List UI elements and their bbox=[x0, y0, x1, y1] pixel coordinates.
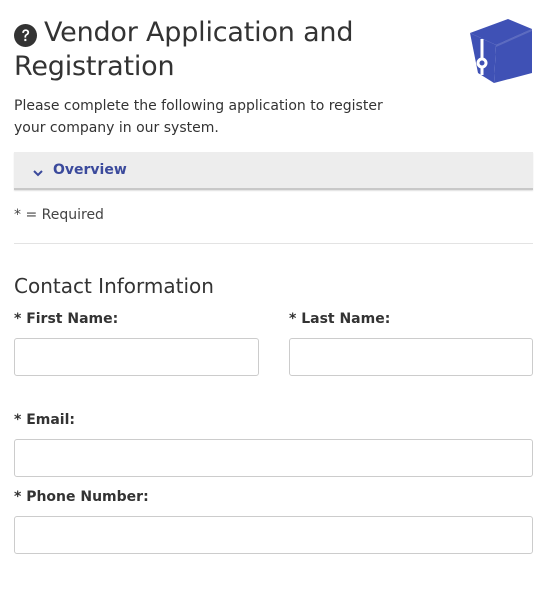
page-title-line2: Registration bbox=[14, 51, 175, 82]
overview-accordion[interactable]: Overview bbox=[14, 152, 533, 190]
last-name-input[interactable] bbox=[289, 338, 533, 376]
required-note: * = Required bbox=[14, 207, 104, 223]
section-divider bbox=[14, 243, 533, 244]
chevron-down-icon bbox=[32, 164, 44, 177]
phone-input[interactable] bbox=[14, 516, 533, 554]
first-name-input[interactable] bbox=[14, 338, 259, 376]
first-name-label: * First Name: bbox=[14, 311, 119, 327]
phone-label: * Phone Number: bbox=[14, 489, 149, 505]
last-name-label: * Last Name: bbox=[289, 311, 391, 327]
page-subtitle: Please complete the following applicatio… bbox=[14, 98, 383, 136]
page-title: Vendor Application and bbox=[44, 16, 353, 50]
email-input[interactable] bbox=[14, 439, 533, 477]
vendor-registration-page: Vendor Application and Registration Plea… bbox=[0, 0, 546, 589]
contact-section-title: Contact Information bbox=[14, 274, 214, 298]
graduation-cap-icon bbox=[468, 17, 534, 83]
page-header: Vendor Application and Registration bbox=[14, 16, 454, 82]
page-title-line1: Vendor Application and bbox=[44, 17, 354, 48]
question-circle-icon[interactable] bbox=[14, 24, 37, 47]
title-row: Vendor Application and bbox=[14, 16, 454, 50]
overview-label: Overview bbox=[53, 162, 127, 178]
email-label: * Email: bbox=[14, 412, 75, 428]
